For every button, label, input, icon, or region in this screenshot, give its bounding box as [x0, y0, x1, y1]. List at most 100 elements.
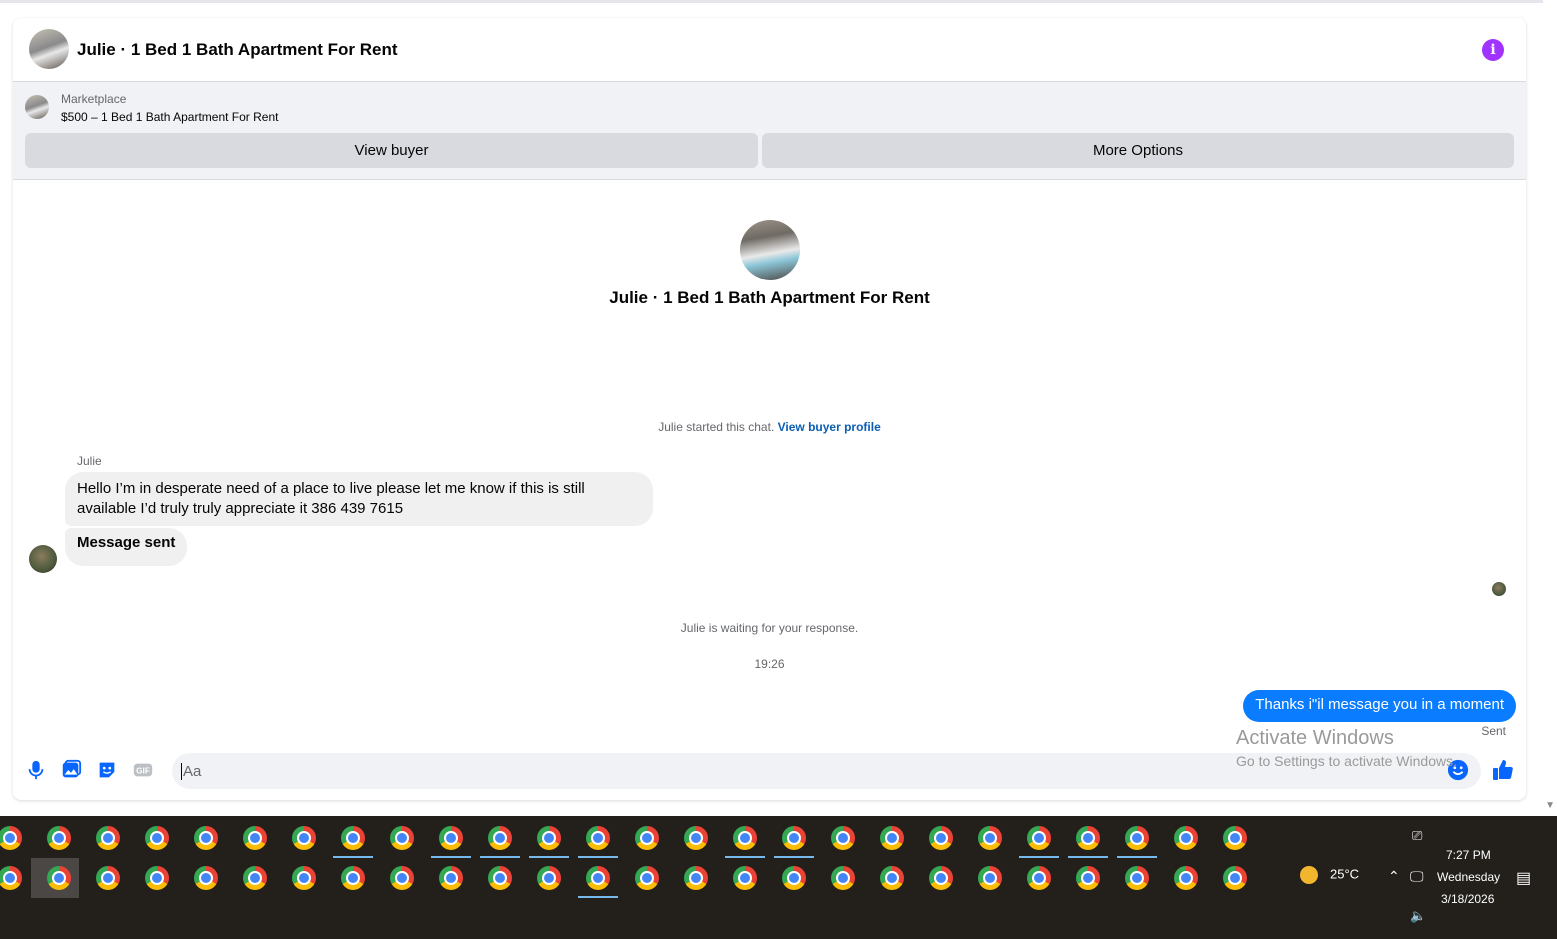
- incoming-message[interactable]: Message sent: [65, 528, 188, 566]
- chrome-profile-icon[interactable]: [880, 826, 904, 850]
- chrome-profile-icon[interactable]: [292, 866, 316, 890]
- clock-date[interactable]: 3/18/2026: [1441, 892, 1494, 906]
- chrome-profile-icon[interactable]: [635, 866, 659, 890]
- chrome-profile-icon[interactable]: [341, 866, 365, 890]
- sticker-icon[interactable]: [96, 759, 118, 781]
- chrome-profile-icon[interactable]: [1125, 866, 1149, 890]
- chrome-profile-icon[interactable]: [733, 866, 757, 890]
- activate-windows-watermark: Activate Windows Go to Settings to activ…: [1236, 727, 1457, 769]
- view-buyer-profile-link[interactable]: View buyer profile: [778, 420, 881, 434]
- chrome-profile-icon[interactable]: [390, 826, 414, 850]
- chrome-profile-icon[interactable]: [145, 866, 169, 890]
- chrome-profile-icon[interactable]: [880, 866, 904, 890]
- chrome-profile-icon[interactable]: [439, 826, 463, 850]
- sender-name: Julie: [77, 454, 102, 468]
- meet-now-icon[interactable]: ⎚: [1412, 828, 1422, 844]
- chrome-profile-icon[interactable]: [47, 866, 71, 890]
- network-icon[interactable]: 🖵: [1410, 868, 1424, 885]
- open-app-indicator: [480, 856, 520, 858]
- weather-widget[interactable]: 25°C: [1300, 866, 1359, 884]
- chevron-up-icon[interactable]: ⌃: [1388, 868, 1400, 885]
- chrome-profile-icon[interactable]: [1223, 826, 1247, 850]
- chrome-profile-icon[interactable]: [194, 866, 218, 890]
- volume-icon[interactable]: 🔈: [1410, 908, 1426, 924]
- message-timestamp: 19:26: [754, 657, 785, 671]
- chrome-profile-icon[interactable]: [537, 826, 561, 850]
- window-top-border: [0, 0, 1557, 3]
- message-input-placeholder: Aa: [181, 763, 202, 780]
- open-app-indicator: [333, 856, 373, 858]
- chrome-profile-icon[interactable]: [47, 826, 71, 850]
- incoming-message[interactable]: Hello I’m in desperate need of a place t…: [65, 472, 653, 526]
- clock-day[interactable]: Wednesday: [1437, 870, 1500, 884]
- chat-started-notice: Julie started this chat. View buyer prof…: [13, 420, 1526, 434]
- chat-window: Julie · 1 Bed 1 Bath Apartment For Rent …: [13, 18, 1526, 800]
- chrome-profile-icon[interactable]: [978, 866, 1002, 890]
- chrome-profile-icon[interactable]: [831, 826, 855, 850]
- chrome-profile-icon[interactable]: [488, 826, 512, 850]
- marketplace-panel: Marketplace $500 – 1 Bed 1 Bath Apartmen…: [13, 82, 1526, 180]
- listing-avatar[interactable]: [29, 29, 69, 69]
- chrome-profile-icon[interactable]: [0, 866, 22, 890]
- sender-avatar[interactable]: [29, 545, 57, 573]
- chrome-profile-icon[interactable]: [684, 866, 708, 890]
- chrome-profile-icon[interactable]: [782, 826, 806, 850]
- open-app-indicator: [1019, 856, 1059, 858]
- chrome-profile-icon[interactable]: [194, 826, 218, 850]
- view-buyer-button[interactable]: View buyer: [25, 133, 758, 168]
- chrome-profile-icon[interactable]: [1174, 866, 1198, 890]
- chrome-profile-icon[interactable]: [341, 826, 365, 850]
- listing-title[interactable]: $500 – 1 Bed 1 Bath Apartment For Rent: [61, 110, 278, 124]
- info-icon[interactable]: i: [1482, 39, 1504, 61]
- chrome-profile-icon[interactable]: [929, 866, 953, 890]
- started-text: Julie started this chat.: [658, 420, 775, 434]
- chrome-profile-icon[interactable]: [782, 866, 806, 890]
- watermark-title: Activate Windows: [1236, 727, 1394, 749]
- read-receipt-avatar: [1492, 582, 1506, 596]
- chrome-profile-icon[interactable]: [145, 826, 169, 850]
- chrome-profile-icon[interactable]: [1076, 826, 1100, 850]
- open-app-indicator: [774, 856, 814, 858]
- windows-taskbar: 25°C ⎚ ⌃ 🖵 🔈 7:27 PM Wednesday 3/18/2026…: [0, 816, 1557, 939]
- chrome-profile-icon[interactable]: [586, 866, 610, 890]
- clock-time[interactable]: 7:27 PM: [1446, 848, 1491, 862]
- open-app-indicator: [431, 856, 471, 858]
- chrome-profile-icon[interactable]: [96, 866, 120, 890]
- chrome-profile-icon[interactable]: [292, 826, 316, 850]
- chrome-profile-icon[interactable]: [96, 826, 120, 850]
- chrome-profile-icon[interactable]: [1125, 826, 1149, 850]
- photo-icon[interactable]: [60, 759, 82, 781]
- outgoing-message[interactable]: Thanks i"il message you in a moment: [1243, 690, 1516, 722]
- page-scrollbar[interactable]: [1543, 0, 1557, 816]
- chrome-profile-icon[interactable]: [1174, 826, 1198, 850]
- chrome-profile-icon[interactable]: [929, 826, 953, 850]
- gif-icon[interactable]: GIF: [132, 759, 154, 781]
- chrome-profile-icon[interactable]: [978, 826, 1002, 850]
- chrome-profile-icon[interactable]: [586, 826, 610, 850]
- message-status: Sent: [1481, 724, 1506, 738]
- chrome-profile-icon[interactable]: [684, 826, 708, 850]
- chrome-profile-icon[interactable]: [0, 826, 22, 850]
- notifications-icon[interactable]: ▤: [1516, 868, 1531, 888]
- chrome-profile-icon[interactable]: [439, 866, 463, 890]
- chrome-profile-icon[interactable]: [1076, 866, 1100, 890]
- chat-title[interactable]: Julie · 1 Bed 1 Bath Apartment For Rent: [77, 40, 398, 60]
- thumbs-up-icon[interactable]: [1491, 758, 1515, 782]
- chrome-profile-icon[interactable]: [733, 826, 757, 850]
- microphone-icon[interactable]: [25, 759, 47, 781]
- more-options-button[interactable]: More Options: [762, 133, 1514, 168]
- scroll-down-arrow-icon[interactable]: ▼: [1545, 800, 1555, 811]
- chrome-profile-icon[interactable]: [1027, 826, 1051, 850]
- chrome-profile-icon[interactable]: [635, 826, 659, 850]
- chrome-profile-icon[interactable]: [488, 866, 512, 890]
- chrome-profile-icon[interactable]: [1223, 866, 1247, 890]
- chrome-profile-icon[interactable]: [243, 866, 267, 890]
- chrome-profile-icon[interactable]: [390, 866, 414, 890]
- listing-thumbnail[interactable]: [25, 95, 49, 119]
- chrome-profile-icon[interactable]: [831, 866, 855, 890]
- chrome-profile-icon[interactable]: [243, 826, 267, 850]
- marketplace-label: Marketplace: [61, 92, 127, 106]
- chrome-profile-icon[interactable]: [1027, 866, 1051, 890]
- chrome-profile-icon[interactable]: [537, 866, 561, 890]
- watermark-subtitle: Go to Settings to activate Windows.: [1236, 753, 1457, 769]
